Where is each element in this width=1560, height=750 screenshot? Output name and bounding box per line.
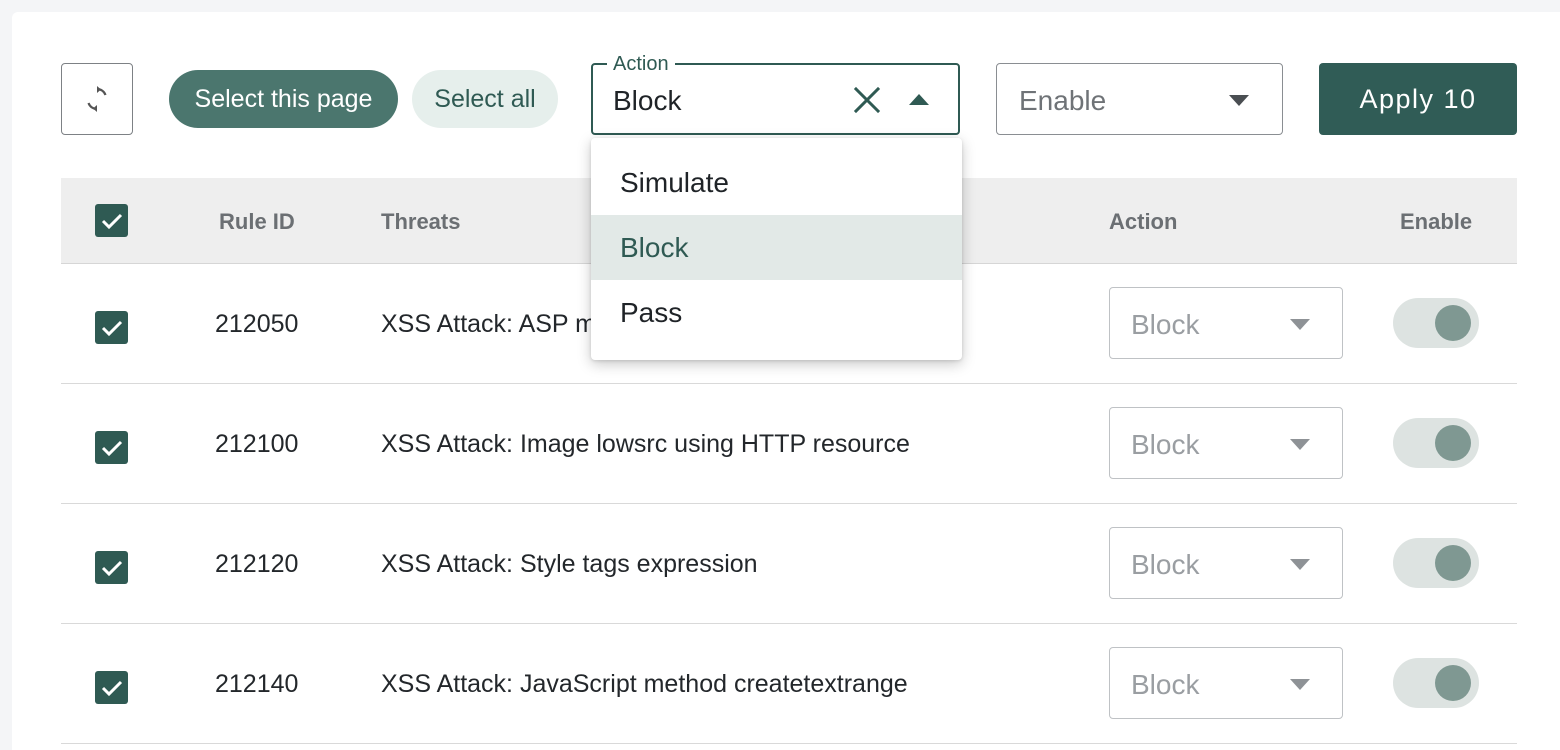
rules-panel: Select this page Select all Action Block… — [12, 12, 1560, 750]
action-dropdown-menu: Simulate Block Pass — [591, 138, 962, 360]
row-checkbox[interactable] — [95, 311, 128, 344]
enable-toggle[interactable] — [1393, 298, 1479, 348]
column-header-rule-id: Rule ID — [219, 209, 295, 234]
table-row: 212120 XSS Attack: Style tags expression… — [61, 504, 1517, 624]
rule-id-cell: 212120 — [215, 550, 299, 578]
checkmark-icon — [101, 560, 122, 576]
column-header-threats: Threats — [381, 209, 461, 234]
apply-button[interactable]: Apply 10 — [1319, 63, 1517, 135]
refresh-icon — [87, 86, 107, 112]
rule-id-cell: 212100 — [215, 430, 299, 458]
table-row: 212140 XSS Attack: JavaScript method cre… — [61, 624, 1517, 744]
row-action-value: Block — [1131, 669, 1200, 700]
refresh-button[interactable] — [61, 63, 133, 135]
select-this-page-button[interactable]: Select this page — [169, 70, 398, 128]
caret-down-icon — [1290, 439, 1310, 450]
enable-toggle[interactable] — [1393, 658, 1479, 708]
checkmark-icon — [101, 213, 122, 229]
row-action-select[interactable]: Block — [1109, 647, 1343, 719]
select-all-checkbox[interactable] — [95, 204, 128, 237]
enable-select-value: Enable — [1019, 85, 1107, 116]
threat-cell: XSS Attack: Image lowsrc using HTTP reso… — [381, 430, 910, 458]
threat-cell: XSS Attack: Style tags expression — [381, 550, 758, 578]
row-action-value: Block — [1131, 429, 1200, 460]
row-checkbox[interactable] — [95, 671, 128, 704]
enable-toggle[interactable] — [1393, 538, 1479, 588]
select-all-button[interactable]: Select all — [412, 70, 558, 128]
table-row: 212100 XSS Attack: Image lowsrc using HT… — [61, 384, 1517, 504]
column-header-action: Action — [1109, 209, 1178, 234]
row-checkbox[interactable] — [95, 431, 128, 464]
caret-down-icon — [1290, 679, 1310, 690]
rule-id-cell: 212140 — [215, 670, 299, 698]
caret-down-icon — [1290, 559, 1310, 570]
row-action-value: Block — [1131, 309, 1200, 340]
row-action-select[interactable]: Block — [1109, 287, 1343, 359]
bulk-action-select[interactable]: Action Block — [591, 51, 960, 135]
checkmark-icon — [101, 440, 122, 456]
toggle-knob — [1435, 425, 1471, 461]
menu-option-simulate[interactable]: Simulate — [591, 150, 962, 215]
checkmark-icon — [101, 680, 122, 696]
checkmark-icon — [101, 320, 122, 336]
caret-down-icon — [1290, 319, 1310, 330]
caret-up-icon[interactable] — [909, 93, 929, 105]
toggle-knob — [1435, 545, 1471, 581]
toggle-knob — [1435, 305, 1471, 341]
menu-option-block[interactable]: Block — [591, 215, 962, 280]
threat-cell: XSS Attack: JavaScript method createtext… — [381, 670, 908, 698]
enable-toggle[interactable] — [1393, 418, 1479, 468]
action-select-legend: Action — [607, 51, 675, 77]
threat-cell: XSS Attack: ASP m — [381, 310, 596, 338]
row-action-value: Block — [1131, 549, 1200, 580]
menu-option-pass[interactable]: Pass — [591, 280, 962, 345]
row-checkbox[interactable] — [95, 551, 128, 584]
caret-down-icon — [1229, 95, 1249, 106]
toggle-knob — [1435, 665, 1471, 701]
row-action-select[interactable]: Block — [1109, 407, 1343, 479]
bulk-enable-select[interactable]: Enable — [996, 63, 1283, 135]
column-header-enable: Enable — [1400, 209, 1473, 234]
row-action-select[interactable]: Block — [1109, 527, 1343, 599]
clear-icon[interactable] — [852, 85, 882, 115]
rule-id-cell: 212050 — [215, 310, 299, 338]
action-select-value: Block — [613, 85, 682, 116]
